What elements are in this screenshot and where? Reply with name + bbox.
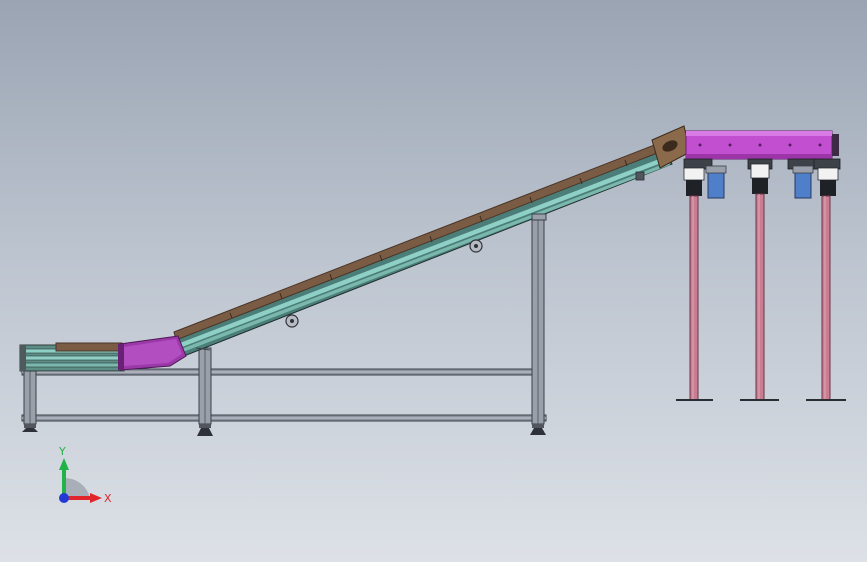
x-axis-label: X (104, 492, 112, 505)
bend-housing (118, 335, 187, 371)
coordinate-triad[interactable]: Y X (58, 445, 112, 505)
outfeed-unit (683, 130, 841, 199)
return-roller (469, 239, 483, 253)
y-axis-label: Y (58, 445, 66, 458)
infeed-section (19, 342, 125, 372)
support-leg (740, 193, 779, 401)
drive-motor (792, 165, 814, 199)
conveyor-drawing: Y X (19, 125, 846, 505)
drive-motor (705, 165, 727, 199)
support-leg (676, 195, 713, 401)
inclined-conveyor (173, 141, 673, 357)
base-frame (21, 213, 547, 436)
return-roller (285, 314, 299, 328)
outfeed-support-legs (676, 193, 846, 401)
cad-viewport[interactable]: Y X (0, 0, 867, 562)
support-leg (806, 195, 846, 401)
